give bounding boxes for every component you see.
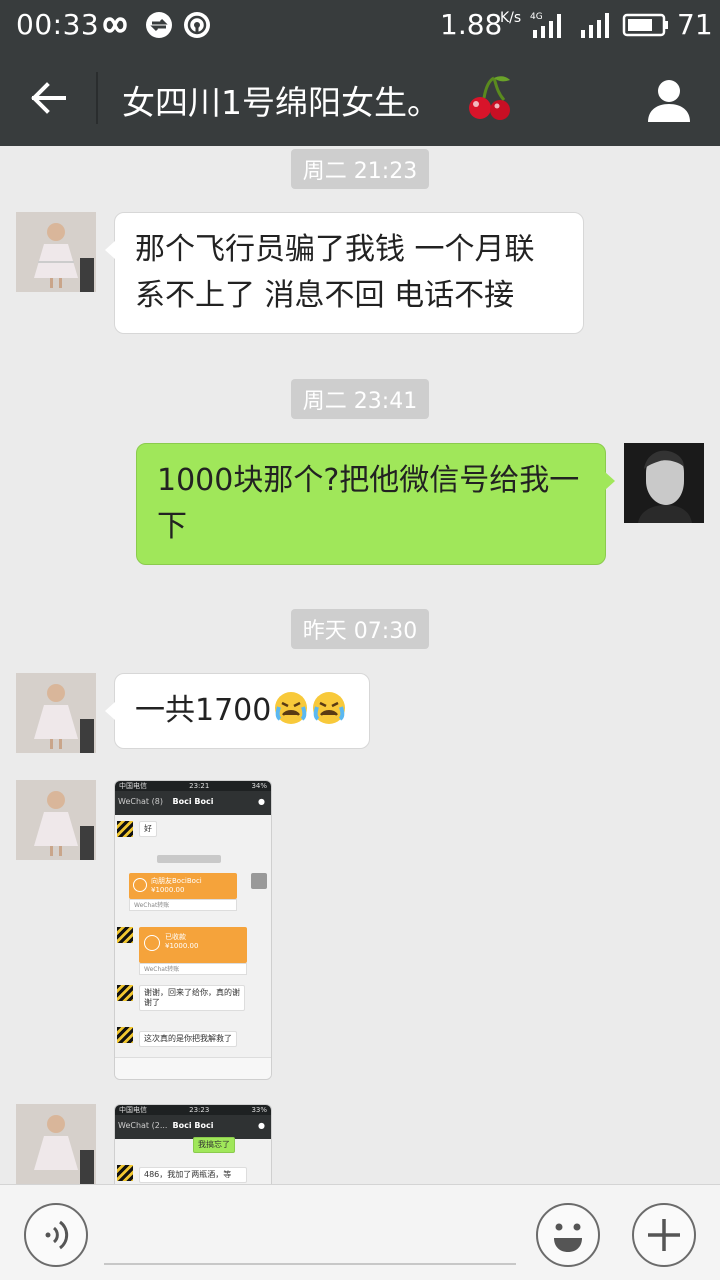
sync-icon: [146, 12, 172, 38]
timestamp-pill: 昨天 07:30: [291, 609, 429, 649]
shot-avatar: [117, 985, 133, 1001]
shot-avatar: [117, 821, 133, 837]
timestamp-pill: 周二 23:41: [291, 379, 429, 419]
back-button[interactable]: [22, 72, 74, 124]
contact-avatar[interactable]: [16, 1104, 96, 1184]
screenshot-image-message[interactable]: 中国电信 23:21 34% WeChat (8) Boci Boci ● 好 …: [114, 780, 272, 1080]
emoji-button[interactable]: [536, 1203, 600, 1267]
shot-status-bar: 中国电信 23:21 34%: [115, 781, 271, 791]
message-bubble[interactable]: 一共1700: [105, 673, 370, 749]
girl-photo: [16, 673, 96, 753]
shot-avatar: [117, 927, 133, 943]
cherry-icon: [469, 76, 510, 120]
shot-my-avatar: [251, 873, 267, 889]
shot-status-bar: 中国电信 23:23 33%: [115, 1105, 271, 1115]
man-photo: [624, 443, 704, 523]
wifi-radar-icon: [184, 12, 210, 38]
battery-percent: 71: [677, 8, 713, 41]
divider: [96, 72, 98, 124]
person-icon: [648, 80, 690, 122]
person-icon: ●: [258, 797, 265, 806]
shot-transfer-card: 向朋友BociBoci ¥1000.00 WeChat转账: [129, 873, 237, 911]
battery-icon: [622, 13, 668, 37]
transfer-icon: [133, 878, 147, 892]
message-bubble[interactable]: 1000块那个?把他微信号给我一下: [136, 443, 615, 565]
net-speed-unit: K/s: [500, 10, 522, 26]
person-icon: ●: [258, 1121, 265, 1130]
shot-avatar: [117, 1027, 133, 1043]
svg-text:4G: 4G: [530, 12, 543, 22]
message-bubble[interactable]: 那个飞行员骗了我钱 一个月联系不上了 消息不回 电话不接: [105, 212, 584, 334]
status-time: 00:33: [16, 8, 100, 41]
contact-avatar[interactable]: [16, 780, 96, 860]
plus-icon: [648, 1219, 680, 1251]
screenshot-image-message[interactable]: 中国电信 23:23 33% WeChat (2... Boci Boci ● …: [114, 1104, 272, 1184]
crying-face-icon: [313, 692, 346, 724]
smiley-icon: [554, 1223, 582, 1252]
message-input[interactable]: [104, 1203, 516, 1265]
voice-icon: [45, 1220, 69, 1250]
contact-avatar[interactable]: [16, 212, 96, 292]
my-avatar[interactable]: [624, 443, 704, 523]
net-speed: 1.88: [440, 8, 503, 41]
crying-face-icon: [275, 692, 308, 724]
shot-time-pill: [157, 855, 221, 863]
check-icon: [144, 935, 160, 951]
signal-icon: [581, 13, 609, 38]
infinity-icon: [103, 17, 127, 33]
voice-button[interactable]: [24, 1203, 88, 1267]
shot-input-bar: [115, 1057, 271, 1079]
chat-header: 女四川1号绵阳女生。: [0, 50, 720, 146]
input-bar: [0, 1184, 720, 1280]
arrow-left-icon: [31, 82, 66, 114]
shot-received-card: 已收款 ¥1000.00 WeChat转账: [139, 927, 247, 975]
shot-title-bar: WeChat (8) Boci Boci ●: [115, 791, 271, 815]
shot-title-bar: WeChat (2... Boci Boci ●: [115, 1115, 271, 1139]
message-text: 一共1700: [135, 693, 272, 728]
girl-photo: [16, 212, 96, 292]
girl-photo: [16, 780, 96, 860]
chat-title: 女四川1号绵阳女生。: [122, 83, 440, 122]
contact-avatar[interactable]: [16, 673, 96, 753]
timestamp-pill: 周二 21:23: [291, 149, 429, 189]
shot-avatar: [117, 1165, 133, 1181]
more-button[interactable]: [632, 1203, 696, 1267]
profile-button[interactable]: [644, 76, 694, 124]
signal-4g-icon: 4G: [530, 12, 561, 38]
status-bar: 00:33 1.88 K/s 4G 71: [0, 0, 720, 50]
girl-photo: [16, 1104, 96, 1184]
